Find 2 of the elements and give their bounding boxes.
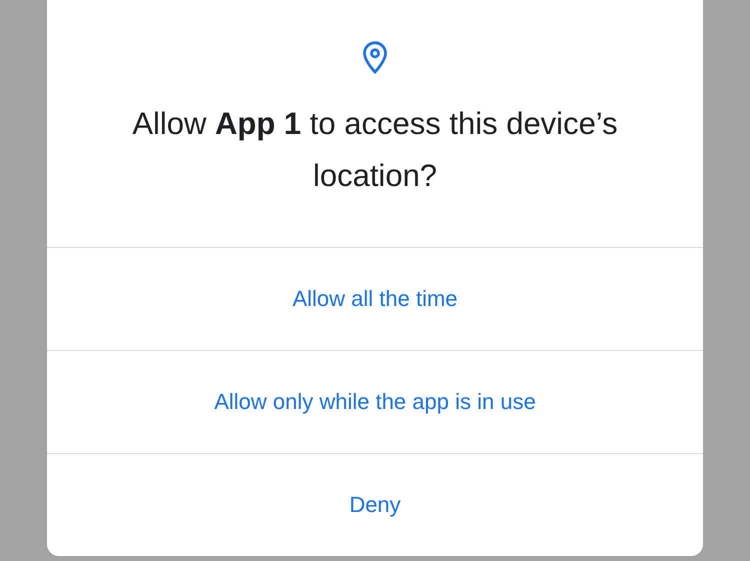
location-pin-icon (361, 40, 389, 76)
dialog-title: Allow App 1 to access this device’s location? (131, 105, 619, 195)
